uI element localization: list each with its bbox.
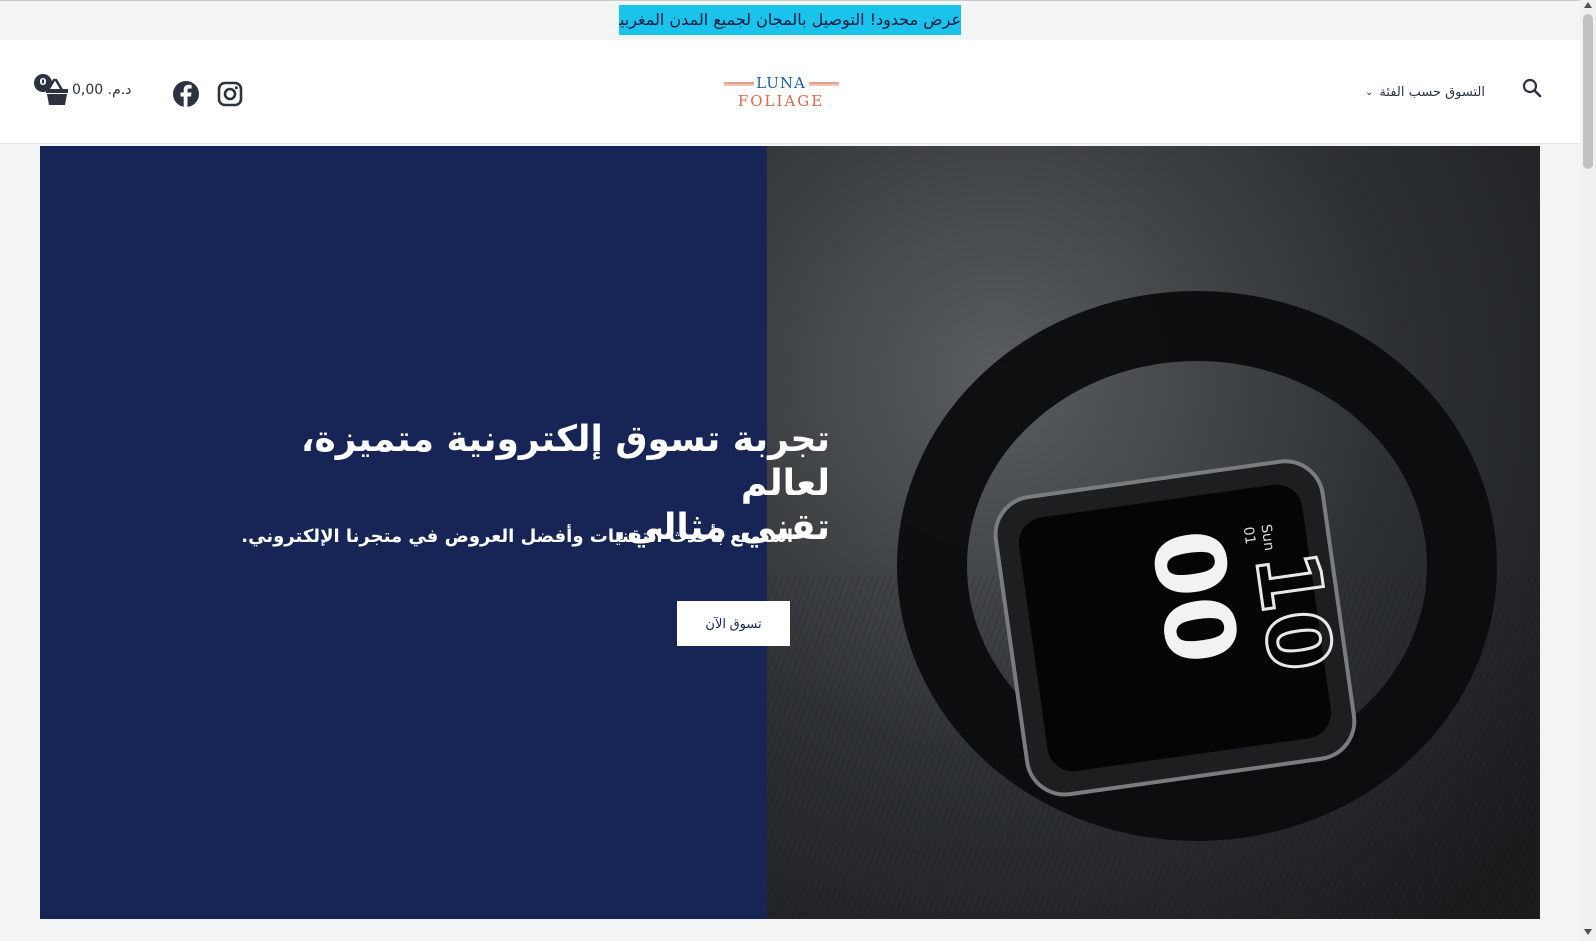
logo-line-2: FOLIAGE bbox=[738, 92, 824, 110]
hero-banner: Sun 01 10 00 تجربة تسوق إلكترونية متميزة… bbox=[40, 146, 1540, 919]
promo-text: عرض محدود! التوصيل بالمجان لجميع المدن ا… bbox=[619, 5, 961, 35]
cart-button[interactable]: 0 bbox=[34, 74, 74, 108]
search-button[interactable] bbox=[1521, 77, 1543, 99]
site-logo[interactable]: LUNA FOLIAGE bbox=[716, 68, 846, 118]
logo-line-1: LUNA bbox=[756, 74, 806, 92]
hero-image: Sun 01 10 00 bbox=[767, 146, 1540, 919]
nav-shop-by-category[interactable]: التسوق حسب الفئة ⌄ bbox=[1365, 80, 1485, 104]
hero-title-line-1: تجربة تسوق إلكترونية متميزة، لعالم bbox=[300, 419, 830, 504]
instagram-icon bbox=[217, 81, 243, 107]
announcement-bar: عرض محدود! التوصيل بالمجان لجميع المدن ا… bbox=[0, 0, 1580, 40]
instagram-link[interactable] bbox=[216, 80, 244, 108]
scroll-up-arrow-icon[interactable] bbox=[1584, 2, 1592, 8]
chevron-down-icon: ⌄ bbox=[1365, 86, 1374, 98]
scroll-down-arrow-icon[interactable] bbox=[1584, 929, 1592, 935]
nav-category-label: التسوق حسب الفئة bbox=[1379, 84, 1485, 100]
shop-now-button[interactable]: تسوق الآن bbox=[677, 601, 790, 646]
page-scrollbar[interactable] bbox=[1580, 0, 1596, 941]
scroll-thumb[interactable] bbox=[1583, 14, 1593, 169]
facebook-icon bbox=[173, 81, 199, 107]
facebook-link[interactable] bbox=[172, 80, 200, 108]
cart-total[interactable]: د.م. 0,00 bbox=[72, 82, 131, 98]
cart-count-badge: 0 bbox=[34, 74, 52, 92]
hero-subtitle: استمتع بأحدث التقنيات وأفضل العروض في مت… bbox=[241, 526, 793, 547]
site-header: 0 د.م. 0,00 LUNA FOLIAGE التسوق حسب الفئ… bbox=[0, 40, 1580, 144]
search-icon bbox=[1522, 78, 1542, 98]
watch-minute: 00 bbox=[1129, 523, 1259, 671]
